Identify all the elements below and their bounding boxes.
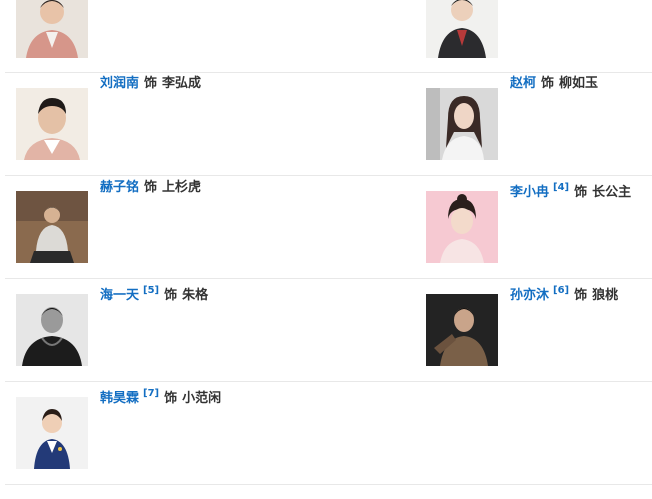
cast-info: 韩昊霖 [7] 饰小范闲 xyxy=(100,385,221,408)
actor-name-link[interactable]: 刘润南 xyxy=(100,76,139,91)
cast-row: 刘润南饰李弘成 赵柯饰柳如玉 xyxy=(5,72,652,176)
role-name: 长公主 xyxy=(592,185,632,200)
actor-photo[interactable] xyxy=(16,88,88,160)
actor-name-link[interactable]: 赵柯 xyxy=(510,76,536,91)
actor-name-link[interactable]: 海一天 xyxy=(100,288,139,303)
actor-name-link[interactable]: 赫子铭 xyxy=(100,180,139,195)
role-name: 上杉虎 xyxy=(162,180,202,195)
actor-name-link[interactable]: 孙亦沐 xyxy=(510,288,549,303)
actor-photo[interactable] xyxy=(16,0,88,58)
actor-name-link[interactable]: 李小冉 xyxy=(510,185,549,200)
cast-info: 孙亦沐 [6] 饰狼桃 xyxy=(510,282,618,305)
actor-photo-boy-uniform xyxy=(16,397,88,469)
role-name: 小范闲 xyxy=(182,391,222,406)
actor-photo[interactable] xyxy=(426,0,498,58)
actor-photo-bw-man xyxy=(16,294,88,366)
cast-info: 赫子铭饰上杉虎 xyxy=(100,179,201,197)
as-label: 饰 xyxy=(144,76,158,91)
actor-photo[interactable] xyxy=(426,294,498,366)
actor-photo[interactable] xyxy=(426,88,498,160)
cast-info: 赵柯饰柳如玉 xyxy=(510,75,598,93)
role-name: 朱格 xyxy=(182,288,209,303)
as-label: 饰 xyxy=(574,288,588,303)
citation-link[interactable]: [5] xyxy=(143,285,159,296)
as-label: 饰 xyxy=(144,180,158,195)
as-label: 饰 xyxy=(541,76,555,91)
role-name: 李弘成 xyxy=(162,76,202,91)
actor-photo[interactable] xyxy=(426,191,498,263)
citation-link[interactable]: [7] xyxy=(143,388,159,399)
as-label: 饰 xyxy=(164,391,178,406)
actor-photo-woman-white-top xyxy=(426,88,498,160)
citation-link[interactable]: [6] xyxy=(553,285,569,296)
role-name: 狼桃 xyxy=(592,288,619,303)
actor-photo[interactable] xyxy=(16,397,88,469)
cast-row: 饰李承乾 饰 xyxy=(5,0,652,73)
cast-row: 海一天 [5] 饰朱格 孙亦沐 [6] 饰狼桃 xyxy=(5,279,652,382)
actor-photo-woman-pink xyxy=(426,191,498,263)
actor-photo-man-dark xyxy=(426,294,498,366)
cast-info: 海一天 [5] 饰朱格 xyxy=(100,282,208,305)
actor-name-link[interactable]: 韩昊霖 xyxy=(100,391,139,406)
actor-photo-seated-man xyxy=(16,191,88,263)
cast-row: 韩昊霖 [7] 饰小范闲 xyxy=(5,382,652,485)
cast-info: 李小冉 [4] 饰长公主 xyxy=(510,179,631,202)
actor-photo-young-man xyxy=(16,88,88,160)
role-name: 柳如玉 xyxy=(559,76,599,91)
citation-link[interactable]: [4] xyxy=(553,182,569,193)
as-label: 饰 xyxy=(574,185,588,200)
cast-row: 赫子铭饰上杉虎 李小冉 [4] 饰长公主 xyxy=(5,176,652,279)
actor-photo[interactable] xyxy=(16,191,88,263)
cast-info: 刘润南饰李弘成 xyxy=(100,75,201,93)
as-label: 饰 xyxy=(164,288,178,303)
actor-photo-dark-suit xyxy=(426,0,498,58)
actor-photo[interactable] xyxy=(16,294,88,366)
actor-photo-pink-jacket xyxy=(16,0,88,58)
